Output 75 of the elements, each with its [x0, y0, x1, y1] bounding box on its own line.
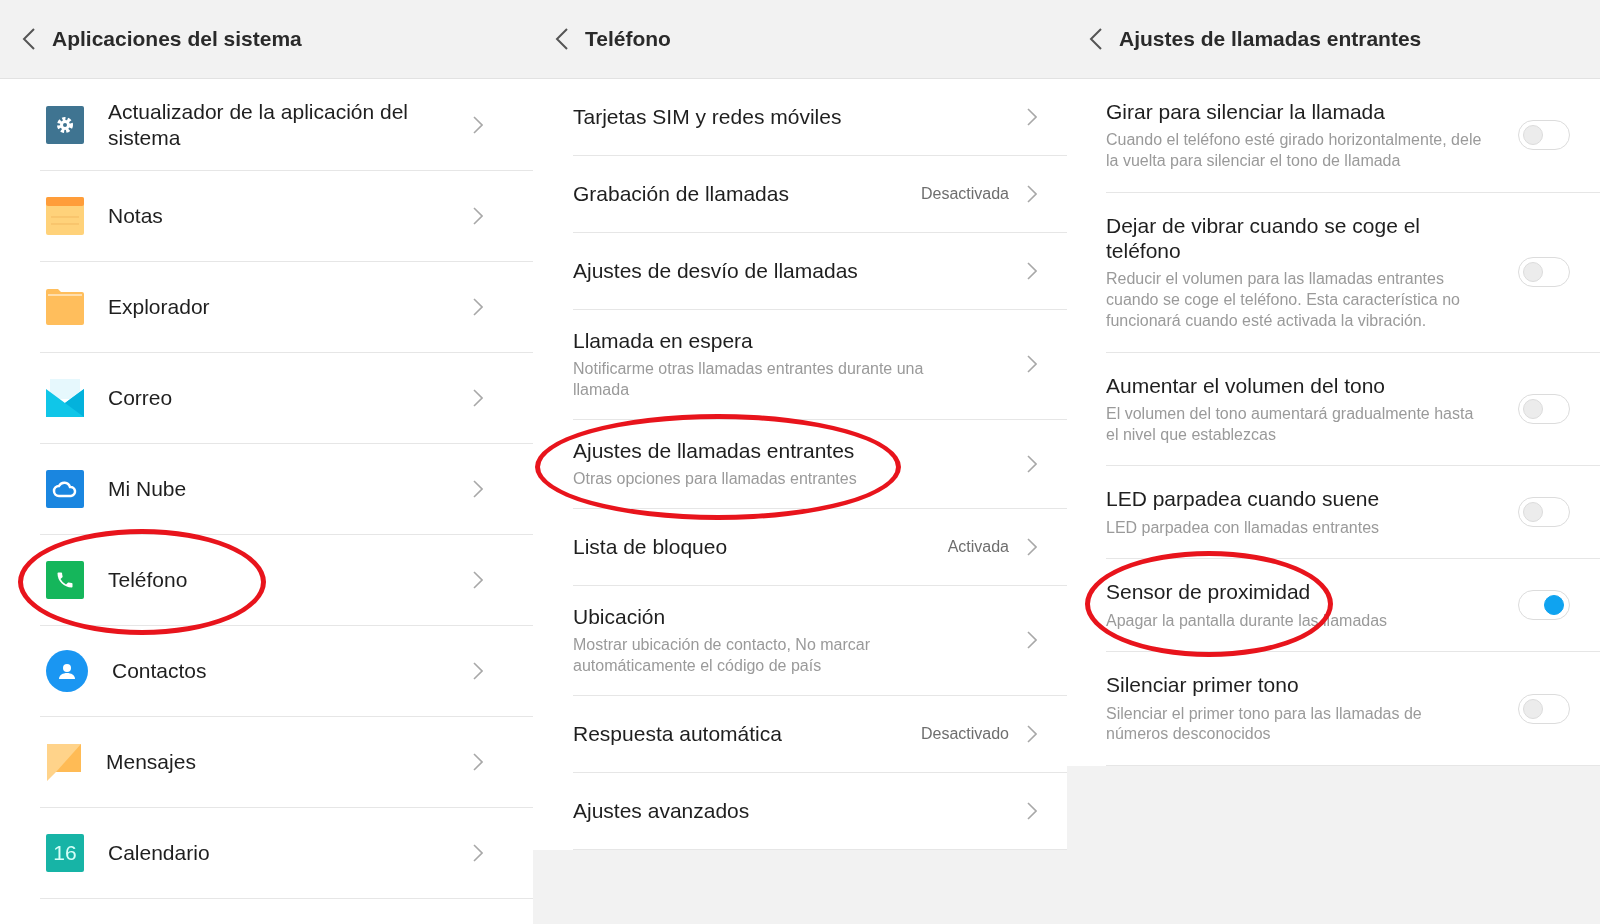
back-icon[interactable]: [1089, 28, 1103, 50]
setting-description: Reducir el volumen para las llamadas entrantes cuando se coge el teléfono. Esta característica no funcionará cuando esté activada la vibración.: [1106, 269, 1461, 331]
setting-value: Activada: [947, 537, 1009, 556]
setting-value: Desactivada: [920, 185, 1009, 203]
setting-title: LED parpadea cuando suene: [1106, 486, 1381, 512]
chevron-right-icon: [1027, 724, 1037, 743]
setting-title[interactable]: Ajustes avanzados: [573, 797, 1009, 824]
chevron-right-icon: [473, 389, 483, 407]
chevron-right-icon: [473, 662, 483, 680]
toggle-switch[interactable]: [1518, 693, 1570, 724]
toggle-switch[interactable]: [1518, 120, 1570, 151]
setting-title[interactable]: Grabación de llamadas: [573, 181, 903, 207]
setting-description: Cuando el teléfono esté girado horizontalmente, dele la vuelta para silenciar el tono de llamada: [1106, 130, 1483, 171]
app-name[interactable]: Notas: [108, 203, 449, 229]
chevron-right-icon: [473, 298, 483, 316]
cloud-icon: [46, 470, 84, 508]
toggle-switch[interactable]: [1518, 257, 1570, 288]
app-name[interactable]: Calendario: [108, 840, 449, 866]
setting-value: Desactivado: [920, 724, 1009, 743]
app-name[interactable]: Mensajes: [106, 749, 449, 775]
setting-title: Girar para silenciar la llamada: [1106, 99, 1386, 125]
chevron-right-icon: [473, 115, 483, 134]
setting-title[interactable]: Ubicación: [573, 603, 1009, 629]
toggle-switch[interactable]: [1518, 590, 1570, 621]
chevron-right-icon: [473, 753, 483, 771]
app-name[interactable]: Explorador: [108, 294, 449, 320]
folder-icon: [46, 289, 84, 325]
chevron-right-icon: [473, 207, 483, 225]
setting-title[interactable]: Ajustes de llamadas entrantes: [573, 437, 1009, 463]
setting-title: Sensor de proximidad: [1106, 579, 1312, 605]
calendar-icon: 16: [46, 834, 84, 872]
setting-description: LED parpadea con llamadas entrantes: [1106, 517, 1381, 538]
person-icon: [46, 650, 88, 692]
setting-title[interactable]: Llamada en espera: [573, 328, 1009, 354]
chevron-right-icon: [1027, 108, 1037, 126]
app-name[interactable]: Correo: [108, 385, 449, 411]
back-icon[interactable]: [22, 28, 36, 50]
notepad-icon: [46, 197, 84, 235]
chevron-right-icon: [1027, 262, 1037, 280]
screen-title: Aplicaciones del sistema: [52, 27, 302, 51]
setting-title[interactable]: Ajustes de desvío de llamadas: [573, 258, 1009, 284]
app-name[interactable]: Contactos: [112, 658, 449, 684]
back-icon[interactable]: [555, 28, 569, 50]
setting-title: Dejar de vibrar cuando se coge el teléfono: [1106, 212, 1421, 264]
setting-description: Silenciar el primer tono para las llamadas de números desconocidos: [1106, 703, 1423, 745]
toggle-switch[interactable]: [1518, 393, 1570, 424]
chevron-right-icon: [1027, 454, 1037, 473]
setting-title[interactable]: Lista de bloqueo: [573, 534, 930, 560]
speech-bubble-icon: [46, 743, 82, 781]
chevron-right-icon: [473, 844, 483, 862]
chevron-right-icon: [473, 480, 483, 498]
setting-description: El volumen del tono aumentará gradualmente hasta el nivel que establezcas: [1106, 403, 1475, 445]
app-name[interactable]: Actualizador de la aplicación del sistema: [108, 99, 449, 150]
chevron-right-icon: [1027, 355, 1037, 374]
screen-title: Ajustes de llamadas entrantes: [1119, 27, 1422, 51]
gear-icon: [46, 105, 84, 144]
chevron-right-icon: [1027, 185, 1037, 203]
setting-description: Apagar la pantalla durante las llamadas: [1106, 610, 1389, 631]
setting-title[interactable]: Tarjetas SIM y redes móviles: [573, 104, 1009, 130]
chevron-right-icon: [1027, 537, 1037, 556]
app-name[interactable]: Teléfono: [108, 567, 449, 593]
toggle-switch[interactable]: [1518, 497, 1570, 528]
phone-icon: [46, 561, 84, 599]
setting-title: Silenciar primer tono: [1106, 672, 1300, 698]
app-name[interactable]: Mi Nube: [108, 476, 449, 502]
setting-description: Notificarme otras llamadas entrantes durante una llamada: [573, 359, 925, 400]
chevron-right-icon: [1027, 801, 1037, 820]
setting-description: Mostrar ubicación de contacto, No marcar automáticamente el código de país: [573, 634, 871, 676]
chevron-right-icon: [1027, 631, 1037, 650]
chevron-right-icon: [473, 571, 483, 589]
setting-description: Otras opciones para llamadas entrantes: [573, 468, 858, 489]
screen-title: Teléfono: [585, 27, 671, 51]
setting-title: Aumentar el volumen del tono: [1106, 372, 1386, 398]
setting-title[interactable]: Respuesta automática: [573, 720, 903, 747]
envelope-icon: [46, 379, 84, 417]
